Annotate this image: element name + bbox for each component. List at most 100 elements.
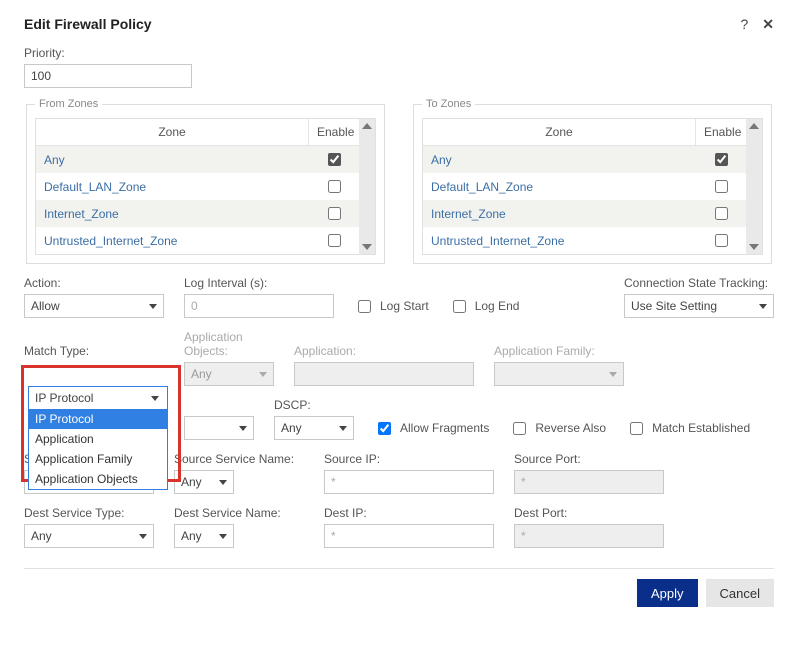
app-family-select (494, 362, 624, 386)
scrollbar[interactable] (359, 119, 375, 254)
table-row: Any (36, 146, 359, 173)
scroll-down-icon[interactable] (362, 244, 372, 250)
match-type-field: Match Type: (24, 344, 164, 386)
application-field: Application: (294, 344, 474, 386)
log-end-checkbox[interactable] (453, 300, 466, 313)
match-type-option[interactable]: Application (29, 429, 167, 449)
match-type-option[interactable]: Application Family (29, 449, 167, 469)
log-end-check[interactable]: Log End (449, 294, 520, 318)
from-zones-col-zone: Zone (36, 119, 309, 145)
table-row: Untrusted_Internet_Zone (36, 227, 359, 254)
dst-svc-type-field: Dest Service Type: Any (24, 506, 154, 548)
dscp-value: Any (281, 421, 302, 435)
from-zones-table: Zone Enable Any Default_LAN_Zone Interne… (35, 118, 376, 255)
zone-name[interactable]: Untrusted_Internet_Zone (423, 228, 696, 254)
zone-enable-checkbox[interactable] (328, 180, 341, 193)
apply-button[interactable]: Apply (637, 579, 698, 607)
dst-svc-name-select[interactable]: Any (174, 524, 234, 548)
dscp-field: DSCP: Any (274, 398, 354, 440)
zone-name[interactable]: Default_LAN_Zone (423, 174, 696, 200)
dscp-select[interactable]: Any (274, 416, 354, 440)
src-svc-name-field: Source Service Name: Any (174, 452, 304, 494)
zone-name[interactable]: Default_LAN_Zone (36, 174, 309, 200)
conn-state-field: Connection State Tracking: Use Site Sett… (624, 276, 774, 318)
from-zones-col-enable: Enable (309, 119, 359, 145)
help-icon[interactable]: ? (740, 17, 748, 31)
src-port-label: Source Port: (514, 452, 664, 466)
src-ip-label: Source IP: (324, 452, 494, 466)
conn-state-value: Use Site Setting (631, 299, 717, 313)
log-interval-input[interactable] (184, 294, 334, 318)
reverse-also-label: Reverse Also (535, 421, 606, 435)
zone-name[interactable]: Internet_Zone (423, 201, 696, 227)
zone-enable-checkbox[interactable] (328, 153, 341, 166)
match-type-option[interactable]: IP Protocol (29, 409, 167, 429)
src-svc-name-select[interactable]: Any (174, 470, 234, 494)
zone-enable-checkbox[interactable] (328, 207, 341, 220)
src-ip-input[interactable] (324, 470, 494, 494)
chevron-down-icon (609, 372, 617, 377)
reverse-also-checkbox[interactable] (513, 422, 526, 435)
conn-state-select[interactable]: Use Site Setting (624, 294, 774, 318)
priority-input[interactable] (24, 64, 192, 88)
allow-fragments-check[interactable]: Allow Fragments (374, 416, 489, 440)
zone-enable-checkbox[interactable] (715, 153, 728, 166)
zone-enable-checkbox[interactable] (715, 180, 728, 193)
titlebar: Edit Firewall Policy ? ✕ (24, 16, 774, 32)
scroll-up-icon[interactable] (749, 123, 759, 129)
reverse-also-check[interactable]: Reverse Also (509, 416, 606, 440)
app-family-label: Application Family: (494, 344, 624, 358)
zone-enable-checkbox[interactable] (715, 207, 728, 220)
dst-svc-type-select[interactable]: Any (24, 524, 154, 548)
app-family-field: Application Family: (494, 344, 624, 386)
zone-name[interactable]: Any (423, 147, 696, 173)
scroll-up-icon[interactable] (362, 123, 372, 129)
app-objects-value: Any (191, 367, 212, 381)
chevron-down-icon (339, 426, 347, 431)
ip-protocol-select[interactable] (184, 416, 254, 440)
zone-name[interactable]: Internet_Zone (36, 201, 309, 227)
dialog-title: Edit Firewall Policy (24, 16, 152, 32)
dest-row: Dest Service Type: Any Dest Service Name… (24, 506, 774, 548)
action-value: Allow (31, 299, 60, 313)
match-type-label: Match Type: (24, 344, 164, 358)
log-start-check[interactable]: Log Start (354, 294, 429, 318)
table-row: Internet_Zone (36, 200, 359, 227)
from-zones-header: Zone Enable (36, 119, 359, 146)
action-label: Action: (24, 276, 164, 290)
chevron-down-icon (759, 304, 767, 309)
priority-label: Priority: (24, 46, 774, 60)
application-label: Application: (294, 344, 474, 358)
firewall-policy-dialog: Edit Firewall Policy ? ✕ Priority: From … (0, 0, 798, 619)
log-start-checkbox[interactable] (358, 300, 371, 313)
zone-name[interactable]: Any (36, 147, 309, 173)
app-objects-label: Application Objects: (184, 330, 274, 358)
action-select[interactable]: Allow (24, 294, 164, 318)
allow-fragments-label: Allow Fragments (400, 421, 489, 435)
chevron-down-icon (239, 426, 247, 431)
dst-ip-label: Dest IP: (324, 506, 494, 520)
title-actions: ? ✕ (740, 17, 774, 31)
dst-svc-type-value: Any (31, 529, 52, 543)
match-row: Match Type: Application Objects: Any App… (24, 330, 774, 386)
dst-svc-name-value: Any (181, 529, 202, 543)
zone-enable-checkbox[interactable] (328, 234, 341, 247)
match-type-option[interactable]: Application Objects (29, 469, 167, 489)
scrollbar[interactable] (746, 119, 762, 254)
dst-port-label: Dest Port: (514, 506, 664, 520)
dst-ip-input[interactable] (324, 524, 494, 548)
match-type-dropdown[interactable]: IP Protocol IP Protocol Application Appl… (28, 386, 168, 490)
match-type-selected[interactable]: IP Protocol (29, 387, 167, 409)
to-zones-header: Zone Enable (423, 119, 746, 146)
close-icon[interactable]: ✕ (762, 17, 774, 31)
zone-name[interactable]: Untrusted_Internet_Zone (36, 228, 309, 254)
table-row: Any (423, 146, 746, 173)
ip-protocol-field: IP Protoc (184, 398, 254, 440)
scroll-down-icon[interactable] (749, 244, 759, 250)
cancel-button[interactable]: Cancel (706, 579, 774, 607)
match-established-checkbox[interactable] (630, 422, 643, 435)
zone-enable-checkbox[interactable] (715, 234, 728, 247)
match-established-check[interactable]: Match Established (626, 416, 750, 440)
allow-fragments-checkbox[interactable] (378, 422, 391, 435)
dscp-label: DSCP: (274, 398, 354, 412)
